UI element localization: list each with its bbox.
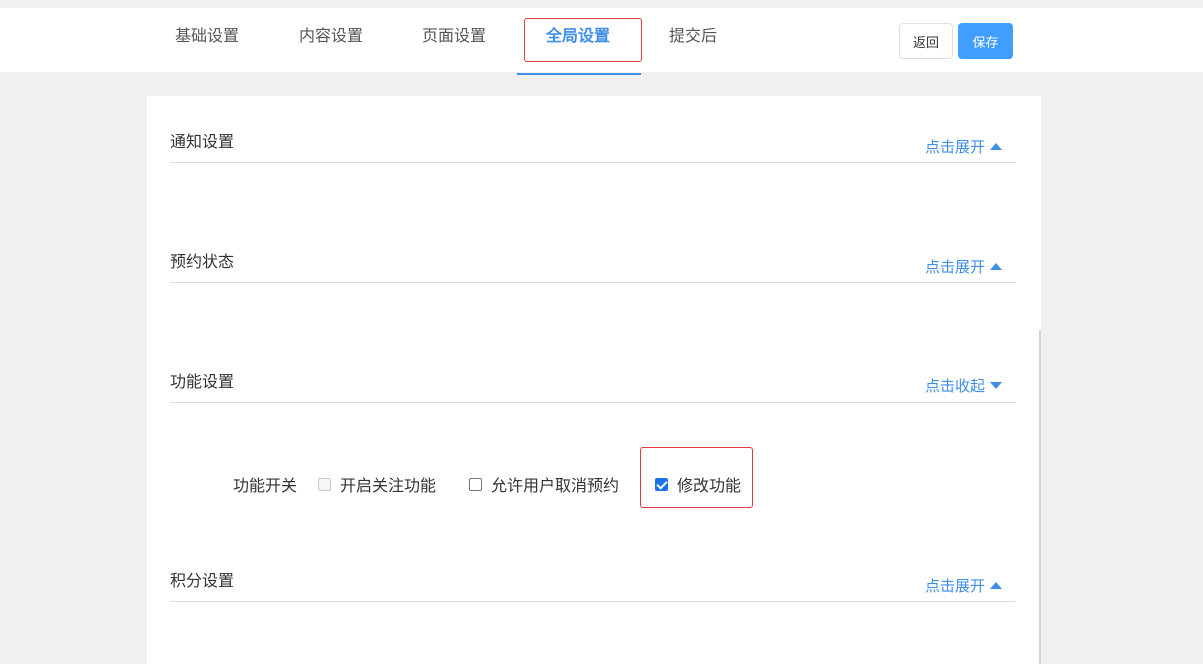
checkbox-modify-function[interactable] xyxy=(655,477,668,491)
back-button[interactable]: 返回 xyxy=(899,23,953,59)
tab-global-settings[interactable]: 全局设置 xyxy=(546,8,610,72)
section-divider xyxy=(170,162,1015,163)
section-divider xyxy=(170,402,1015,403)
tab-after-submit[interactable]: 提交后 xyxy=(669,8,717,72)
section-title-booking-status: 预约状态 xyxy=(170,252,235,271)
tab-content-settings[interactable]: 内容设置 xyxy=(299,8,363,72)
caret-up-icon xyxy=(990,263,1002,270)
tab-basic-settings[interactable]: 基础设置 xyxy=(175,8,239,72)
section-title-feature-settings: 功能设置 xyxy=(170,372,235,391)
toggle-label: 点击展开 xyxy=(924,138,985,156)
toggle-label: 点击展开 xyxy=(924,258,985,276)
checkbox-allow-cancel-booking[interactable] xyxy=(469,477,482,491)
active-tab-indicator xyxy=(517,73,641,75)
caret-up-icon xyxy=(990,143,1002,150)
top-bar: 基础设置 内容设置 页面设置 全局设置 提交后 返回 保存 xyxy=(0,8,1203,75)
option-label: 允许用户取消预约 xyxy=(491,476,620,495)
option-modify-function[interactable]: 修改功能 xyxy=(655,472,741,496)
caret-down-icon xyxy=(990,382,1002,389)
section-title-points-settings: 积分设置 xyxy=(170,571,235,590)
feature-switch-label: 功能开关 xyxy=(233,476,298,495)
option-label: 开启关注功能 xyxy=(340,476,437,495)
section-toggle-points-settings[interactable]: 点击展开 xyxy=(925,575,1002,596)
toggle-label: 点击展开 xyxy=(924,577,985,595)
section-toggle-booking-status[interactable]: 点击展开 xyxy=(925,256,1002,277)
option-allow-cancel-booking[interactable]: 允许用户取消预约 xyxy=(469,472,619,496)
section-toggle-notification[interactable]: 点击展开 xyxy=(925,136,1002,157)
section-title-notification: 通知设置 xyxy=(170,132,235,151)
toggle-label: 点击收起 xyxy=(924,377,985,395)
option-label: 修改功能 xyxy=(677,476,742,495)
caret-up-icon xyxy=(990,582,1002,589)
settings-panel: 通知设置 点击展开 预约状态 点击展开 功能设置 点击收起 功能开关 开启关注功… xyxy=(147,96,1041,664)
scrollbar-track[interactable] xyxy=(1039,330,1041,664)
checkbox-enable-follow[interactable] xyxy=(318,477,331,491)
section-divider xyxy=(170,282,1015,283)
section-divider xyxy=(170,601,1015,602)
tab-page-settings[interactable]: 页面设置 xyxy=(422,8,486,72)
save-button[interactable]: 保存 xyxy=(958,23,1013,59)
section-toggle-feature-settings[interactable]: 点击收起 xyxy=(925,375,1002,396)
option-enable-follow[interactable]: 开启关注功能 xyxy=(318,472,436,496)
